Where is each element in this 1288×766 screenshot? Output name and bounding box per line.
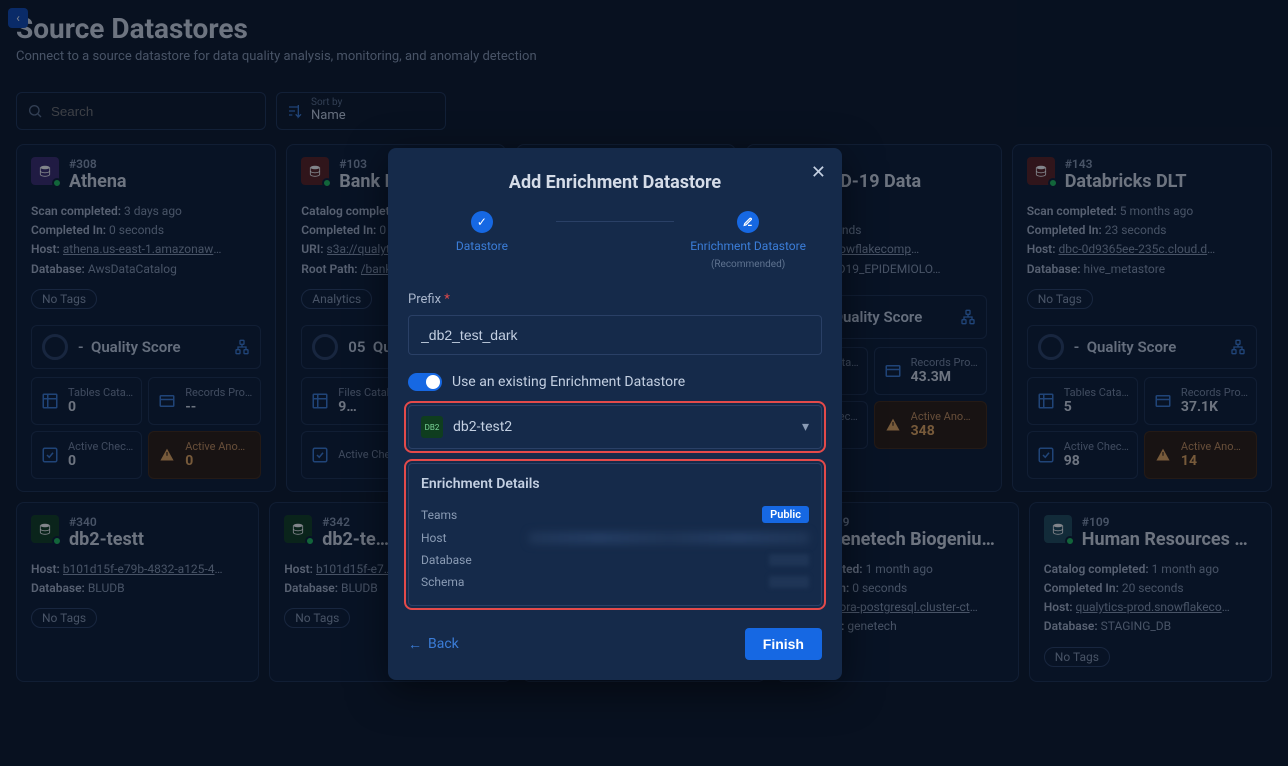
detail-host-value [529,532,809,544]
detail-host-label: Host [421,531,447,545]
detail-database-label: Database [421,553,472,567]
back-button[interactable]: ← Back [408,636,459,653]
enrichment-datastore-select[interactable]: DB2 db2-test2 ▾ [408,405,822,449]
detail-teams-label: Teams [421,508,457,522]
add-enrichment-modal: ✕ Add Enrichment Datastore ✓ Datastore E… [388,148,842,680]
step-1-check-icon: ✓ [471,211,493,233]
detail-schema-label: Schema [421,575,464,589]
db2-icon: DB2 [421,416,443,438]
arrow-left-icon: ← [408,636,422,653]
step-2-sublabel: (Recommended) [711,259,785,270]
public-badge: Public [762,506,809,523]
chevron-down-icon: ▾ [802,419,809,435]
use-existing-toggle[interactable] [408,373,442,391]
modal-title: Add Enrichment Datastore [408,172,822,193]
prefix-input[interactable] [408,315,822,355]
close-icon[interactable]: ✕ [811,162,826,183]
toggle-label: Use an existing Enrichment Datastore [452,374,685,390]
details-title: Enrichment Details [421,476,809,492]
step-connector [556,221,674,222]
step-2-edit-icon [737,211,759,233]
finish-button[interactable]: Finish [745,628,822,660]
select-value: db2-test2 [453,419,512,435]
prefix-label: Prefix * [408,292,822,307]
detail-database-value [769,554,809,566]
enrichment-details-panel: Enrichment Details Teams Public Host Dat… [408,463,822,606]
detail-schema-value [769,576,809,588]
step-1-label: Datastore [456,239,508,253]
step-2-label: Enrichment Datastore [690,239,806,253]
